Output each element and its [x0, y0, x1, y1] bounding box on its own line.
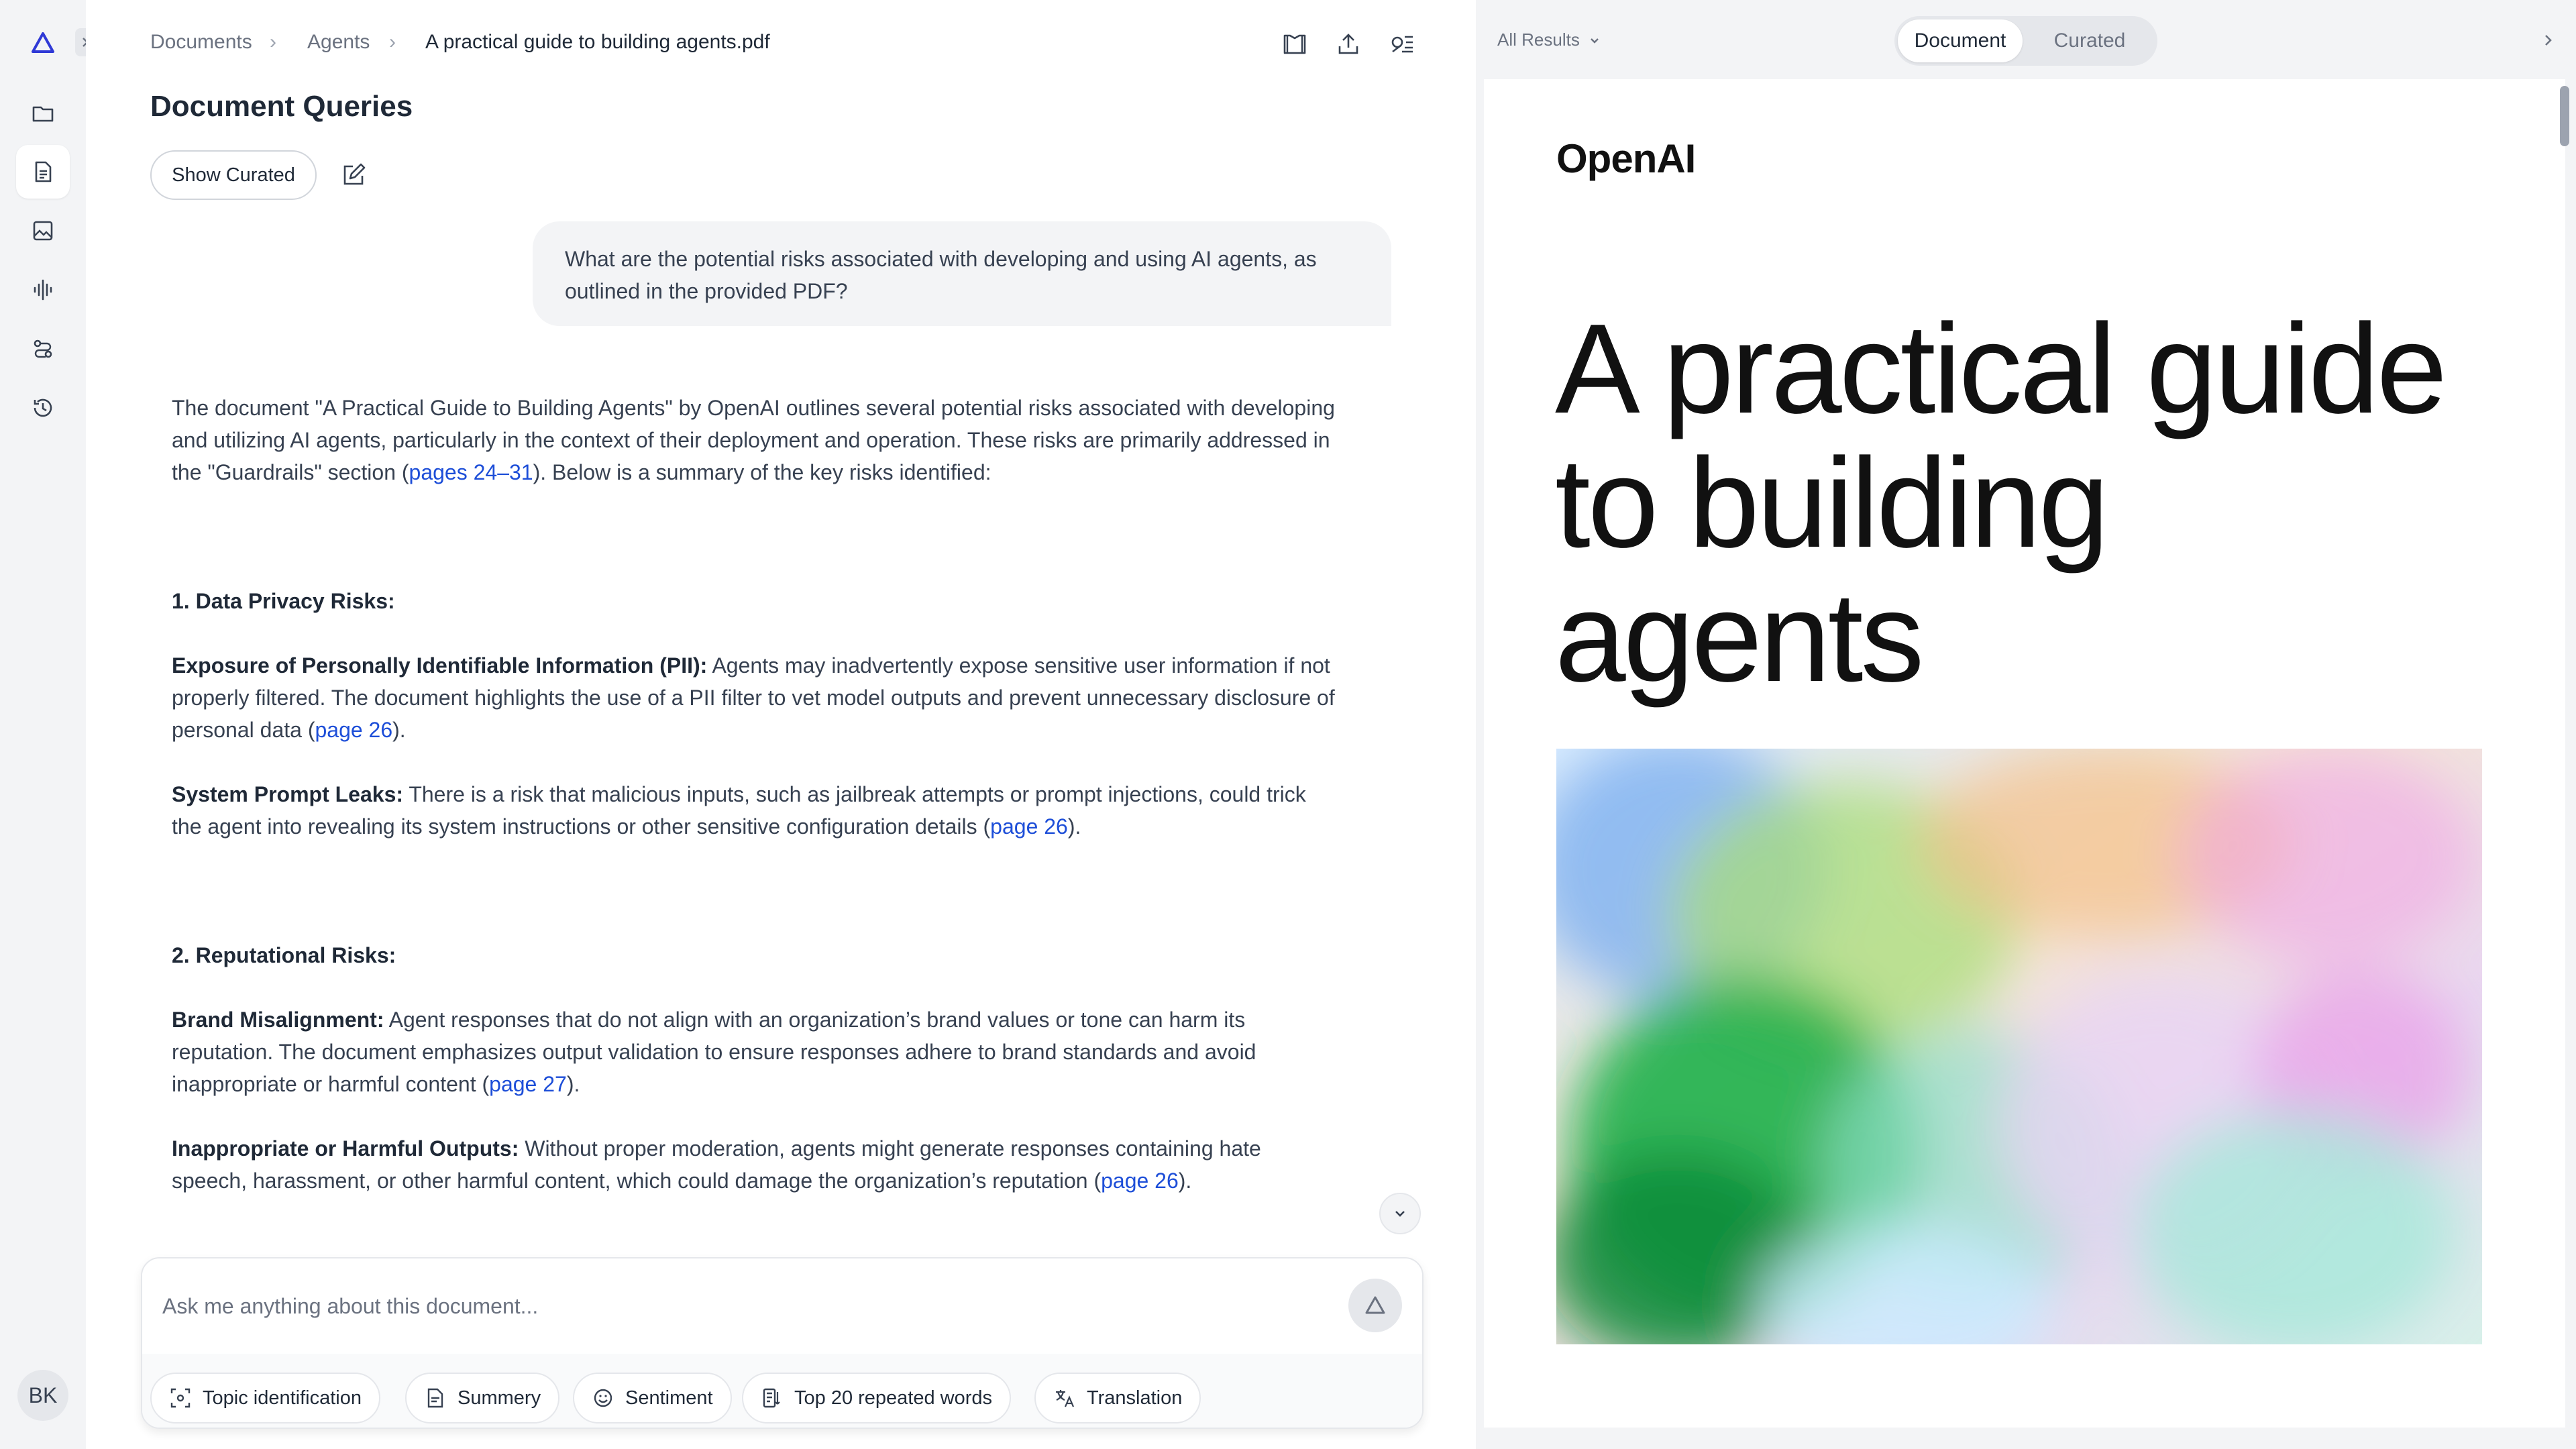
cover-artwork [1556, 749, 2482, 1344]
answer-intro: The document "A Practical Guide to Build… [172, 396, 1335, 484]
send-button[interactable] [1348, 1279, 1402, 1332]
app-logo-icon[interactable] [16, 16, 70, 70]
breadcrumb-documents[interactable]: Documents [150, 31, 252, 54]
document-icon[interactable] [16, 145, 70, 199]
folder-icon[interactable] [16, 86, 70, 140]
risk-item: Exposure of Personally Identifiable Info… [172, 653, 1335, 742]
document-viewer: All Results Document Curated OpenAI A pr… [1476, 0, 2576, 1449]
pdf-page: OpenAI A practical guide to building age… [1484, 79, 2565, 1428]
search-list-icon[interactable] [1383, 25, 1421, 63]
book-open-icon[interactable] [1276, 25, 1313, 63]
quick-actions-bar: Topic identification Summery Sentiment T… [142, 1354, 1422, 1428]
main-panel: Documents › Agents › A practical guide t… [86, 0, 1476, 1449]
section-heading: 1. Data Privacy Risks: [172, 589, 395, 613]
image-icon[interactable] [16, 204, 70, 258]
chip-summary[interactable]: Summery [405, 1373, 560, 1424]
ask-input[interactable] [142, 1258, 1422, 1354]
breadcrumb-separator-icon: › [389, 31, 396, 53]
risk-item: Inappropriate or Harmful Outputs: Withou… [172, 1136, 1261, 1193]
risk-item: System Prompt Leaks: There is a risk tha… [172, 782, 1306, 839]
tab-document[interactable]: Document [1898, 19, 2023, 62]
chevron-down-icon [1590, 38, 1599, 44]
chip-sentiment[interactable]: Sentiment [573, 1373, 732, 1424]
edit-icon[interactable] [334, 156, 373, 195]
risk-item: Brand Misalignment: Agent responses that… [172, 1008, 1256, 1096]
page-citation-link[interactable]: page 26 [1101, 1169, 1179, 1193]
page-citation-link[interactable]: page 26 [990, 814, 1068, 839]
page-citation-link[interactable]: pages 24–31 [409, 460, 533, 484]
chip-top-20-repeated-words[interactable]: Top 20 repeated words [742, 1373, 1012, 1424]
left-rail: BK [0, 0, 86, 1449]
word-list-icon [763, 1388, 780, 1408]
page-citation-link[interactable]: page 26 [315, 718, 392, 742]
workflow-icon[interactable] [16, 322, 70, 376]
chip-translation[interactable]: Translation [1034, 1373, 1201, 1424]
smiley-icon [594, 1389, 612, 1407]
chevron-right-icon[interactable] [2534, 27, 2561, 54]
page-citation-link[interactable]: page 27 [489, 1072, 567, 1096]
pdf-title: A practical guide to building agents [1555, 298, 2447, 708]
show-curated-button[interactable]: Show Curated [150, 150, 317, 200]
history-icon[interactable] [16, 381, 70, 435]
breadcrumb-agents[interactable]: Agents [307, 31, 370, 54]
audio-waveform-icon[interactable] [16, 263, 70, 317]
breadcrumb-separator-icon: › [270, 31, 276, 53]
breadcrumb-current: A practical guide to building agents.pdf [425, 31, 770, 53]
pdf-scrollbar[interactable] [2560, 86, 2569, 146]
pdf-logo: OpenAI [1556, 136, 1696, 181]
summary-doc-icon [427, 1388, 443, 1408]
scroll-down-button[interactable] [1379, 1193, 1421, 1234]
results-filter-dropdown[interactable]: All Results [1497, 30, 1603, 50]
chip-topic-identification[interactable]: Topic identification [150, 1373, 380, 1424]
view-toggle: Document Curated [1894, 16, 2157, 66]
avatar[interactable]: BK [17, 1370, 68, 1421]
tab-curated[interactable]: Curated [2027, 19, 2152, 62]
translate-icon [1056, 1390, 1075, 1407]
composer: Topic identification Summery Sentiment T… [141, 1257, 1424, 1429]
upload-icon[interactable] [1330, 25, 1367, 63]
assistant-answer: The document "A Practical Guide to Build… [172, 392, 1339, 1229]
user-query-bubble: What are the potential risks associated … [533, 221, 1391, 326]
page-title: Document Queries [150, 90, 413, 123]
scan-icon [170, 1388, 191, 1408]
section-heading: 2. Reputational Risks: [172, 943, 396, 967]
